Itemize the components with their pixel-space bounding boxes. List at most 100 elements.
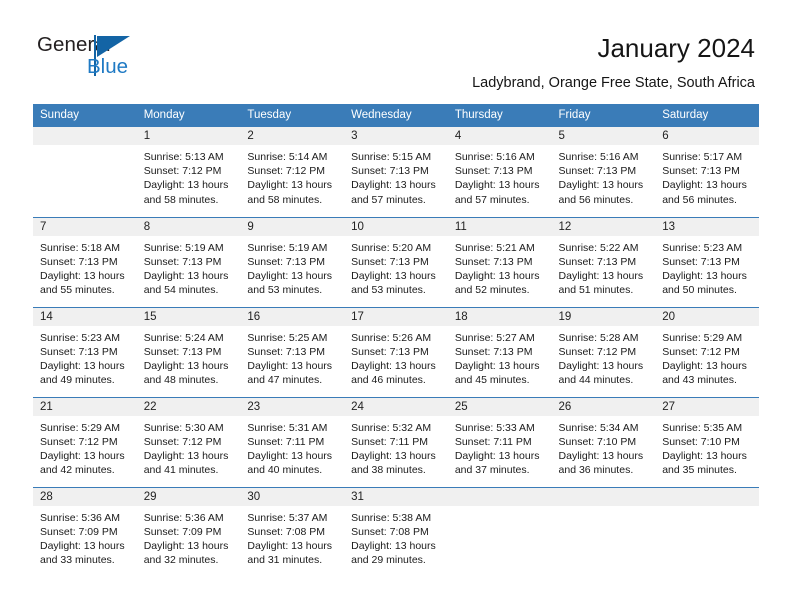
- weekday-header-sunday: Sunday: [33, 104, 137, 127]
- sunrise-time: Sunrise: 5:35 AM: [662, 421, 743, 434]
- day-number: 25: [447, 397, 552, 416]
- daylight-duration-line1: Daylight: 13 hours: [454, 359, 540, 372]
- sunrise-time: Sunrise: 5:17 AM: [662, 151, 743, 163]
- day-sun-info: Sunrise: 5:23 AM Sunset: 7:13 PM Daylight:…: [33, 326, 137, 388]
- calendar-day-cell[interactable]: 8 Sunrise: 5:19 AM Sunset: 7:13 PM Daylight…: [136, 216, 241, 307]
- calendar-day-cell[interactable]: 21 Sunrise: 5:29 AM Sunset: 7:12 PM Dayligh…: [33, 396, 137, 487]
- sunset-time: Sunset: 7:12 PM: [662, 345, 740, 358]
- calendar-day-cell[interactable]: 25 Sunrise: 5:33 AM Sunset: 7:11 PM Dayligh…: [447, 396, 552, 487]
- calendar-day-cell[interactable]: 24 Sunrise: 5:32 AM Sunset: 7:11 PM Dayligh…: [344, 396, 448, 487]
- day-number: 31: [344, 487, 448, 506]
- sunrise-time: Sunrise: 5:13 AM: [143, 151, 224, 163]
- sunrise-time: Sunrise: 5:16 AM: [558, 151, 639, 163]
- calendar-day-cell[interactable]: 16 Sunrise: 5:25 AM Sunset: 7:13 PM Dayligh…: [240, 306, 345, 397]
- daylight-duration-line1: Daylight: 13 hours: [351, 179, 436, 192]
- sunset-time: Sunset: 7:13 PM: [40, 255, 118, 268]
- logo-text-blue: Blue: [87, 55, 129, 78]
- day-number: 30: [240, 487, 345, 506]
- day-sun-info: Sunrise: 5:29 AM Sunset: 7:12 PM Daylight:…: [33, 416, 137, 478]
- sunrise-time: Sunrise: 5:36 AM: [143, 511, 224, 524]
- calendar-day-cell[interactable]: 26 Sunrise: 5:34 AM Sunset: 7:10 PM Dayligh…: [551, 396, 656, 487]
- calendar-day-cell[interactable]: 30 Sunrise: 5:37 AM Sunset: 7:08 PM Dayligh…: [240, 486, 345, 577]
- daylight-duration-line2: and 57 minutes.: [454, 193, 530, 206]
- daylight-duration-line1: Daylight: 13 hours: [40, 539, 125, 552]
- day-number: 28: [33, 487, 137, 506]
- calendar-day-cell[interactable]: 22 Sunrise: 5:30 AM Sunset: 7:12 PM Dayligh…: [136, 396, 241, 487]
- calendar-day-cell[interactable]: 11 Sunrise: 5:21 AM Sunset: 7:13 PM Dayligh…: [447, 216, 552, 307]
- daylight-duration-line2: and 31 minutes.: [247, 554, 323, 567]
- calendar-day-cell[interactable]: 13 Sunrise: 5:23 AM Sunset: 7:13 PM Dayligh…: [655, 216, 759, 307]
- general-blue-logo[interactable]: General Blue: [37, 33, 167, 85]
- daylight-duration-line1: Daylight: 13 hours: [454, 449, 540, 462]
- calendar-day-cell[interactable]: 14 Sunrise: 5:23 AM Sunset: 7:13 PM Dayligh…: [33, 306, 137, 397]
- day-number: 15: [136, 307, 241, 326]
- sunset-time: Sunset: 7:13 PM: [247, 345, 326, 358]
- day-sun-info: Sunrise: 5:18 AM Sunset: 7:13 PM Daylight:…: [33, 236, 137, 298]
- calendar-day-cell[interactable]: 3 Sunrise: 5:15 AM Sunset: 7:13 PM Daylight…: [344, 127, 448, 217]
- day-number: [551, 487, 656, 506]
- calendar-day-cell[interactable]: 19 Sunrise: 5:28 AM Sunset: 7:12 PM Dayligh…: [551, 306, 656, 397]
- sunset-time: Sunset: 7:11 PM: [247, 435, 325, 448]
- calendar-day-cell[interactable]: 9 Sunrise: 5:19 AM Sunset: 7:13 PM Daylight…: [240, 216, 345, 307]
- daylight-duration-line2: and 45 minutes.: [454, 374, 530, 387]
- daylight-duration-line2: and 50 minutes.: [662, 284, 737, 297]
- daylight-duration-line1: Daylight: 13 hours: [662, 179, 747, 192]
- day-number: 22: [136, 397, 241, 416]
- daylight-duration-line2: and 57 minutes.: [351, 193, 426, 206]
- daylight-duration-line2: and 44 minutes.: [558, 374, 634, 387]
- calendar-day-cell[interactable]: 2 Sunrise: 5:14 AM Sunset: 7:12 PM Daylight…: [240, 127, 345, 217]
- calendar-day-cell[interactable]: 4 Sunrise: 5:16 AM Sunset: 7:13 PM Daylight…: [447, 127, 552, 217]
- calendar-cell-empty: [655, 486, 759, 577]
- daylight-duration-line1: Daylight: 13 hours: [143, 359, 229, 372]
- calendar-day-cell[interactable]: 6 Sunrise: 5:17 AM Sunset: 7:13 PM Daylight…: [655, 127, 759, 217]
- calendar-day-cell[interactable]: 7 Sunrise: 5:18 AM Sunset: 7:13 PM Daylight…: [33, 216, 137, 307]
- daylight-duration-line2: and 37 minutes.: [454, 464, 530, 477]
- calendar-page: General Blue January 2024 Ladybrand, Ora…: [0, 0, 792, 612]
- daylight-duration-line2: and 46 minutes.: [351, 374, 426, 387]
- sunrise-time: Sunrise: 5:21 AM: [454, 241, 535, 254]
- calendar-day-cell[interactable]: 10 Sunrise: 5:20 AM Sunset: 7:13 PM Dayligh…: [344, 216, 448, 307]
- day-sun-info: Sunrise: 5:25 AM Sunset: 7:13 PM Daylight:…: [240, 326, 344, 388]
- calendar-day-cell[interactable]: 27 Sunrise: 5:35 AM Sunset: 7:10 PM Dayligh…: [655, 396, 759, 487]
- calendar-day-cell[interactable]: 1 Sunrise: 5:13 AM Sunset: 7:12 PM Daylight…: [136, 127, 241, 217]
- daylight-duration-line1: Daylight: 13 hours: [351, 449, 436, 462]
- daylight-duration-line1: Daylight: 13 hours: [351, 359, 436, 372]
- sunrise-time: Sunrise: 5:23 AM: [40, 331, 120, 344]
- calendar-table: Sunday Monday Tuesday Wednesday Thursday…: [33, 104, 759, 577]
- day-number: 2: [240, 127, 345, 145]
- day-sun-info: Sunrise: 5:19 AM Sunset: 7:13 PM Daylight:…: [240, 236, 344, 298]
- calendar-day-cell[interactable]: 12 Sunrise: 5:22 AM Sunset: 7:13 PM Dayligh…: [551, 216, 656, 307]
- calendar-day-cell[interactable]: 18 Sunrise: 5:27 AM Sunset: 7:13 PM Dayligh…: [447, 306, 552, 397]
- sunrise-time: Sunrise: 5:15 AM: [351, 151, 432, 163]
- sunrise-time: Sunrise: 5:27 AM: [454, 331, 535, 344]
- sunrise-time: Sunrise: 5:22 AM: [558, 241, 639, 254]
- day-sun-info: Sunrise: 5:30 AM Sunset: 7:12 PM Daylight:…: [137, 416, 241, 478]
- day-sun-info: Sunrise: 5:20 AM Sunset: 7:13 PM Daylight:…: [344, 236, 448, 298]
- day-sun-info: Sunrise: 5:16 AM Sunset: 7:13 PM Daylight:…: [448, 145, 552, 207]
- calendar-day-cell[interactable]: 28 Sunrise: 5:36 AM Sunset: 7:09 PM Dayligh…: [33, 486, 137, 577]
- sunrise-time: Sunrise: 5:19 AM: [143, 241, 224, 254]
- calendar-day-cell[interactable]: 29 Sunrise: 5:36 AM Sunset: 7:09 PM Dayligh…: [136, 486, 241, 577]
- weekday-header-row: Sunday Monday Tuesday Wednesday Thursday…: [33, 104, 759, 127]
- sunset-time: Sunset: 7:09 PM: [143, 525, 222, 538]
- sunset-time: Sunset: 7:13 PM: [558, 165, 637, 178]
- calendar-day-cell[interactable]: 5 Sunrise: 5:16 AM Sunset: 7:13 PM Daylight…: [551, 127, 656, 217]
- calendar-day-cell[interactable]: 23 Sunrise: 5:31 AM Sunset: 7:11 PM Dayligh…: [240, 396, 345, 487]
- day-sun-info: Sunrise: 5:34 AM Sunset: 7:10 PM Daylight:…: [552, 416, 656, 478]
- day-sun-info: Sunrise: 5:32 AM Sunset: 7:11 PM Daylight:…: [344, 416, 448, 478]
- sunrise-time: Sunrise: 5:29 AM: [40, 421, 120, 434]
- calendar-day-cell[interactable]: 15 Sunrise: 5:24 AM Sunset: 7:13 PM Dayligh…: [136, 306, 241, 397]
- sunrise-time: Sunrise: 5:26 AM: [351, 331, 432, 344]
- weekday-header-wednesday: Wednesday: [344, 104, 448, 127]
- calendar-body: 1 Sunrise: 5:13 AM Sunset: 7:12 PM Daylight…: [33, 127, 759, 577]
- calendar-day-cell[interactable]: 31 Sunrise: 5:38 AM Sunset: 7:08 PM Dayligh…: [344, 486, 448, 577]
- sunset-time: Sunset: 7:13 PM: [662, 165, 740, 178]
- daylight-duration-line2: and 35 minutes.: [662, 464, 737, 477]
- daylight-duration-line2: and 36 minutes.: [558, 464, 634, 477]
- calendar-day-cell[interactable]: 17 Sunrise: 5:26 AM Sunset: 7:13 PM Dayligh…: [344, 306, 448, 397]
- sunrise-time: Sunrise: 5:33 AM: [454, 421, 535, 434]
- day-sun-info: Sunrise: 5:22 AM Sunset: 7:13 PM Daylight:…: [552, 236, 656, 298]
- day-sun-info: Sunrise: 5:19 AM Sunset: 7:13 PM Daylight:…: [137, 236, 241, 298]
- weekday-header-saturday: Saturday: [655, 104, 759, 127]
- calendar-day-cell[interactable]: 20 Sunrise: 5:29 AM Sunset: 7:12 PM Dayligh…: [655, 306, 759, 397]
